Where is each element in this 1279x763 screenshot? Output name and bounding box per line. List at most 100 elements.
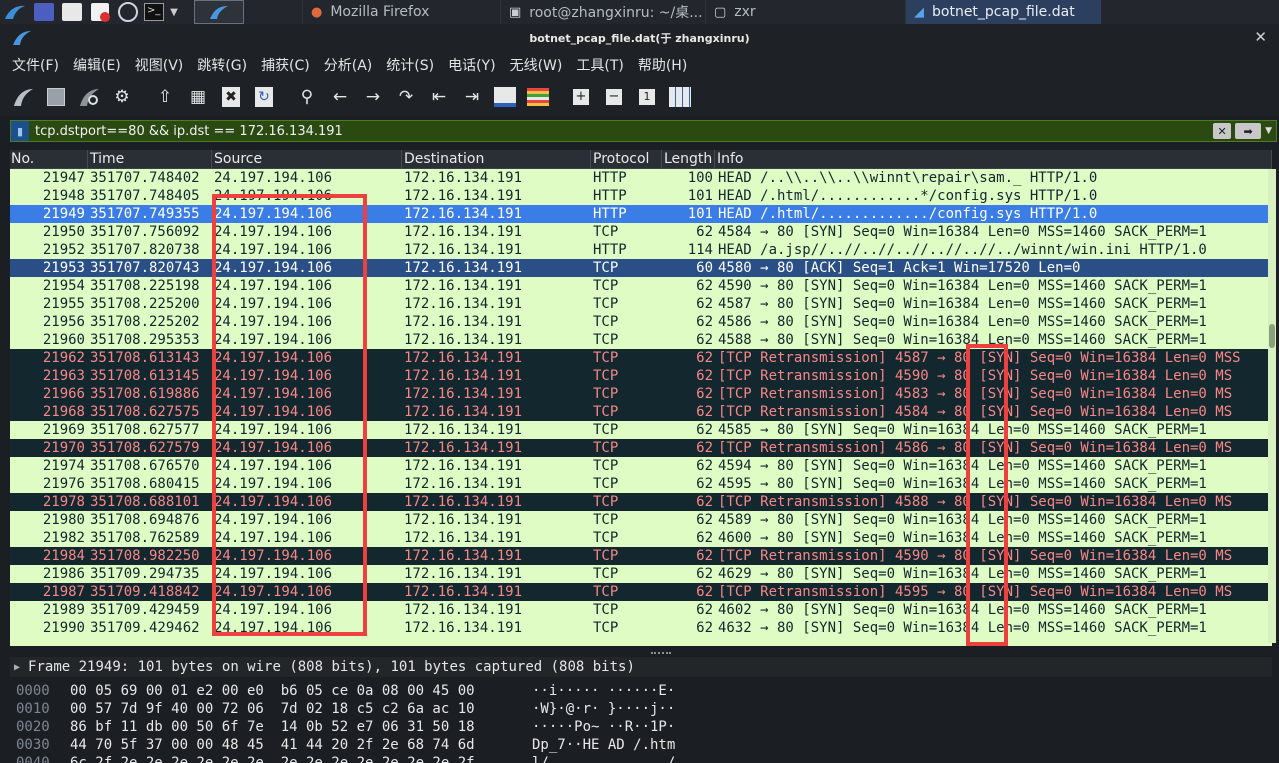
table-row[interactable]: 21990 351709.429462 24.197.194.106 172.16.1… bbox=[10, 619, 1272, 637]
restart-capture-icon[interactable] bbox=[76, 84, 102, 110]
go-forward-icon[interactable]: → bbox=[360, 84, 386, 110]
stop-capture-icon[interactable] bbox=[43, 84, 69, 110]
table-row[interactable]: 21952 351707.820738 24.197.194.106 172.16.1… bbox=[10, 241, 1272, 259]
table-row[interactable]: 21955 351708.225200 24.197.194.106 172.16.1… bbox=[10, 295, 1272, 313]
hex-row[interactable]: 0040 6c 2f 2e 2e 2e 2e 2e 2e 2e 2e 2e 2e … bbox=[10, 754, 1272, 763]
table-row[interactable]: 21978 351708.688101 24.197.194.106 172.16.1… bbox=[10, 493, 1272, 511]
go-first-packet-icon[interactable]: ⇤ bbox=[426, 84, 452, 110]
cell-destination: 172.16.134.191 bbox=[404, 404, 523, 420]
menu-go[interactable]: 跳转(G) bbox=[197, 55, 247, 75]
column-header-protocol[interactable]: Protocol bbox=[591, 150, 662, 169]
menu-help[interactable]: 帮助(H) bbox=[638, 55, 687, 75]
table-row[interactable]: 21962 351708.613143 24.197.194.106 172.16.1… bbox=[10, 349, 1272, 367]
cell-source: 24.197.194.106 bbox=[214, 260, 333, 276]
column-header-destination[interactable]: Destination bbox=[402, 150, 591, 169]
table-row[interactable]: 21954 351708.225198 24.197.194.106 172.16.1… bbox=[10, 277, 1272, 295]
menu-analyze[interactable]: 分析(A) bbox=[324, 55, 373, 75]
terminal-launcher-icon[interactable]: >_ bbox=[142, 0, 166, 24]
display-filter-input[interactable] bbox=[29, 123, 1214, 139]
normal-size-icon[interactable]: 1 bbox=[634, 84, 660, 110]
scrollbar-thumb[interactable] bbox=[1269, 324, 1275, 348]
apply-filter-arrow-icon[interactable]: ➡ bbox=[1235, 123, 1262, 139]
capture-options-gear-icon[interactable]: ⚙ bbox=[109, 84, 135, 110]
save-file-icon[interactable]: ▦ bbox=[185, 84, 211, 110]
column-header-length[interactable]: Length bbox=[662, 150, 715, 169]
close-file-icon[interactable]: ✖ bbox=[218, 84, 244, 110]
wireshark-launcher-icon[interactable] bbox=[194, 0, 244, 24]
go-back-icon[interactable]: ← bbox=[327, 84, 353, 110]
cell-info: 4589 → 80 [SYN] Seq=0 Win=16384 Len=0 MS… bbox=[718, 512, 1207, 528]
column-header-no[interactable]: No. bbox=[10, 150, 88, 169]
table-row[interactable]: 21984 351708.982250 24.197.194.106 172.16.1… bbox=[10, 547, 1272, 565]
column-header-info[interactable]: Info bbox=[715, 150, 1272, 169]
clear-filter-icon[interactable]: ✕ bbox=[1213, 123, 1232, 139]
show-desktop-icon[interactable] bbox=[30, 0, 58, 24]
table-row[interactable]: 21987 351709.418842 24.197.194.106 172.16.1… bbox=[10, 583, 1272, 601]
browser-icon[interactable] bbox=[114, 0, 142, 24]
editor-icon[interactable] bbox=[86, 0, 114, 24]
close-icon[interactable]: ✕ bbox=[1254, 28, 1267, 46]
zoom-out-icon[interactable]: − bbox=[601, 84, 627, 110]
start-capture-icon[interactable] bbox=[10, 84, 36, 110]
packet-list-scrollbar[interactable] bbox=[1268, 169, 1276, 643]
expand-chevron-icon[interactable]: ▶ bbox=[14, 662, 20, 673]
resize-columns-icon[interactable] bbox=[667, 84, 693, 110]
chevron-down-icon[interactable]: ▼ bbox=[166, 0, 182, 24]
filter-history-chevron-icon[interactable]: ▼ bbox=[1265, 126, 1272, 136]
table-row[interactable]: 21989 351709.429459 24.197.194.106 172.16.1… bbox=[10, 601, 1272, 619]
table-row[interactable]: 21974 351708.676570 24.197.194.106 172.16.1… bbox=[10, 457, 1272, 475]
table-row[interactable]: 21948 351707.748405 24.197.194.106 172.16.1… bbox=[10, 187, 1272, 205]
column-header-source[interactable]: Source bbox=[212, 150, 402, 169]
open-file-icon[interactable]: ⇧ bbox=[152, 84, 178, 110]
table-row[interactable]: 21970 351708.627579 24.197.194.106 172.16.1… bbox=[10, 439, 1272, 457]
table-row[interactable]: 21963 351708.613145 24.197.194.106 172.16.1… bbox=[10, 367, 1272, 385]
table-row[interactable]: 21949 351707.749355 24.197.194.106 172.16.1… bbox=[10, 205, 1272, 223]
column-header-time[interactable]: Time bbox=[88, 150, 212, 169]
menu-telephony[interactable]: 电话(Y) bbox=[448, 55, 495, 75]
taskbar-window-folder[interactable]: ▢ zxr bbox=[705, 0, 905, 24]
menu-statistics[interactable]: 统计(S) bbox=[386, 55, 434, 75]
hex-row[interactable]: 0010 00 57 7d 9f 40 00 72 06 7d 02 18 c5 … bbox=[10, 700, 1272, 718]
table-row[interactable]: 21976 351708.680415 24.197.194.106 172.16.1… bbox=[10, 475, 1272, 493]
table-row[interactable]: 21969 351708.627577 24.197.194.106 172.16.1… bbox=[10, 421, 1272, 439]
zoom-in-icon[interactable]: + bbox=[568, 84, 594, 110]
menu-tools[interactable]: 工具(T) bbox=[576, 55, 623, 75]
files-icon[interactable] bbox=[58, 0, 86, 24]
reload-file-icon[interactable]: ↻ bbox=[251, 84, 277, 110]
hex-row[interactable]: 0000 00 05 69 00 01 e2 00 e0 b6 05 ce 0a … bbox=[10, 682, 1272, 700]
taskbar-window-wireshark[interactable]: ◢ botnet_pcap_file.dat bbox=[905, 0, 1101, 24]
kali-menu-icon[interactable] bbox=[0, 0, 30, 24]
cell-source: 24.197.194.106 bbox=[214, 476, 333, 492]
filter-bookmark-icon[interactable]: ▮ bbox=[11, 121, 29, 141]
table-row[interactable]: 21982 351708.762589 24.197.194.106 172.16.1… bbox=[10, 529, 1272, 547]
splitter-grip[interactable] bbox=[651, 652, 671, 654]
cell-no: 21969 bbox=[42, 422, 85, 438]
menu-edit[interactable]: 编辑(E) bbox=[73, 55, 121, 75]
table-row[interactable]: 21968 351708.627575 24.197.194.106 172.16.1… bbox=[10, 403, 1272, 421]
auto-scroll-icon[interactable] bbox=[492, 84, 518, 110]
table-row[interactable]: 21980 351708.694876 24.197.194.106 172.16.1… bbox=[10, 511, 1272, 529]
taskbar-window-terminal[interactable]: ▣ root@zhangxinru: ~/桌... bbox=[500, 0, 705, 24]
table-row[interactable]: 21950 351707.756092 24.197.194.106 172.16.1… bbox=[10, 223, 1272, 241]
frame-summary[interactable]: Frame 21949: 101 bytes on wire (808 bits… bbox=[28, 659, 635, 675]
table-row[interactable]: 21966 351708.619886 24.197.194.106 172.16.1… bbox=[10, 385, 1272, 403]
menu-capture[interactable]: 捕获(C) bbox=[261, 55, 310, 75]
hex-row[interactable]: 0030 44 70 5f 37 00 00 48 45 41 44 20 2f … bbox=[10, 736, 1272, 754]
find-packet-search-icon[interactable]: ⚲ bbox=[294, 84, 320, 110]
table-row[interactable]: 21947 351707.748402 24.197.194.106 172.16.1… bbox=[10, 169, 1272, 187]
cell-destination: 172.16.134.191 bbox=[404, 260, 523, 276]
table-row[interactable]: 21960 351708.295353 24.197.194.106 172.16.1… bbox=[10, 331, 1272, 349]
pane-splitter[interactable] bbox=[0, 650, 1279, 656]
colorize-icon[interactable] bbox=[525, 84, 551, 110]
table-row[interactable]: 21953 351707.820743 24.197.194.106 172.16.1… bbox=[10, 259, 1272, 277]
table-row[interactable]: 21956 351708.225202 24.197.194.106 172.16.1… bbox=[10, 313, 1272, 331]
go-last-packet-icon[interactable]: ⇥ bbox=[459, 84, 485, 110]
menu-view[interactable]: 视图(V) bbox=[135, 55, 184, 75]
hex-row[interactable]: 0020 86 bf 11 db 00 50 6f 7e 14 0b 52 e7 … bbox=[10, 718, 1272, 736]
go-to-packet-icon[interactable]: ↷ bbox=[393, 84, 419, 110]
table-row[interactable]: 21986 351709.294735 24.197.194.106 172.16.1… bbox=[10, 565, 1272, 583]
cell-source: 24.197.194.106 bbox=[214, 296, 333, 312]
menu-wireless[interactable]: 无线(W) bbox=[510, 55, 563, 75]
taskbar-window-firefox[interactable]: ● Mozilla Firefox bbox=[302, 0, 500, 24]
menu-file[interactable]: 文件(F) bbox=[12, 55, 59, 75]
